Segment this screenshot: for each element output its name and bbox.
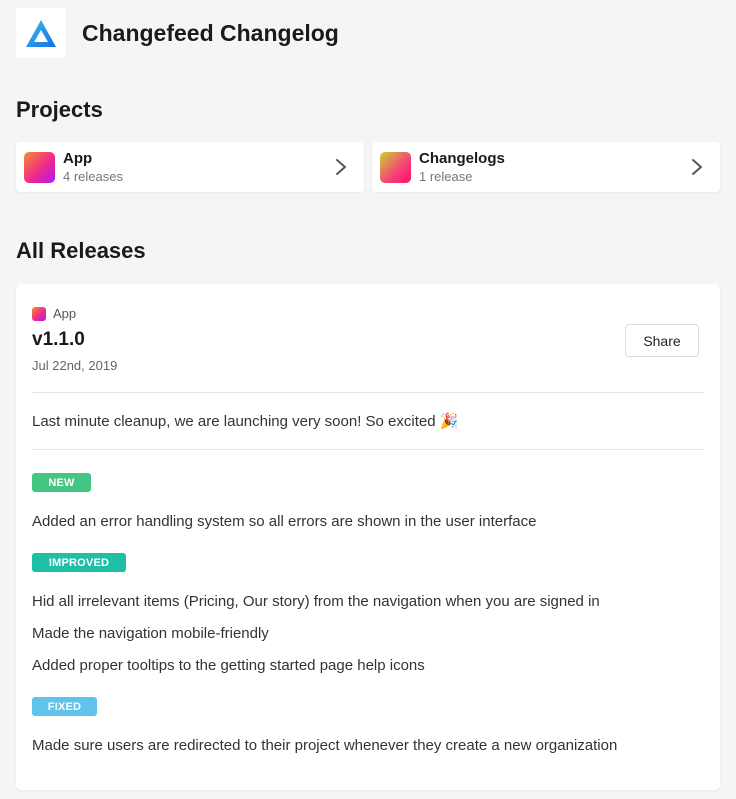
release-card: App v1.1.0 Jul 22nd, 2019 Share Last min… bbox=[16, 284, 720, 790]
share-button[interactable]: Share bbox=[625, 324, 699, 357]
badge-new: NEW bbox=[32, 473, 91, 492]
badge-fixed: FIXED bbox=[32, 697, 97, 716]
releases-heading: All Releases bbox=[16, 238, 146, 263]
project-release-count: 4 releases bbox=[63, 168, 123, 184]
release-version: v1.1.0 bbox=[32, 329, 85, 350]
project-swatch bbox=[32, 306, 46, 321]
project-card-app[interactable]: App 4 releases bbox=[16, 142, 364, 192]
chevron-right-icon bbox=[326, 152, 356, 182]
release-date: Jul 22nd, 2019 bbox=[32, 358, 118, 373]
divider bbox=[32, 449, 704, 450]
project-swatch bbox=[380, 151, 411, 183]
change-item: Hid all irrelevant items (Pricing, Our s… bbox=[32, 593, 600, 610]
change-item: Made sure users are redirected to their … bbox=[32, 737, 618, 754]
change-item: Made the navigation mobile-friendly bbox=[32, 625, 269, 642]
release-project-name: App bbox=[53, 306, 77, 321]
project-name: Changelogs bbox=[419, 149, 505, 167]
chevron-right-icon bbox=[682, 152, 712, 182]
app-logo[interactable] bbox=[16, 8, 66, 58]
divider bbox=[32, 392, 704, 393]
change-item: Added an error handling system so all er… bbox=[32, 513, 537, 530]
project-release-count: 1 release bbox=[419, 168, 473, 184]
triangle-logo-icon bbox=[26, 19, 56, 47]
project-text: App 4 releases bbox=[63, 150, 326, 185]
release-summary: Last minute cleanup, we are launching ve… bbox=[32, 413, 459, 430]
release-project: App bbox=[32, 306, 76, 321]
app-title: Changefeed Changelog bbox=[82, 19, 339, 46]
project-name: App bbox=[63, 149, 93, 167]
change-item: Added proper tooltips to the getting sta… bbox=[32, 657, 425, 674]
app-header: Changefeed Changelog bbox=[16, 8, 339, 58]
project-card-changelogs[interactable]: Changelogs 1 release bbox=[372, 142, 720, 192]
projects-heading: Projects bbox=[16, 97, 103, 122]
project-swatch bbox=[24, 151, 55, 183]
project-text: Changelogs 1 release bbox=[419, 150, 682, 185]
badge-improved: IMPROVED bbox=[32, 553, 126, 572]
